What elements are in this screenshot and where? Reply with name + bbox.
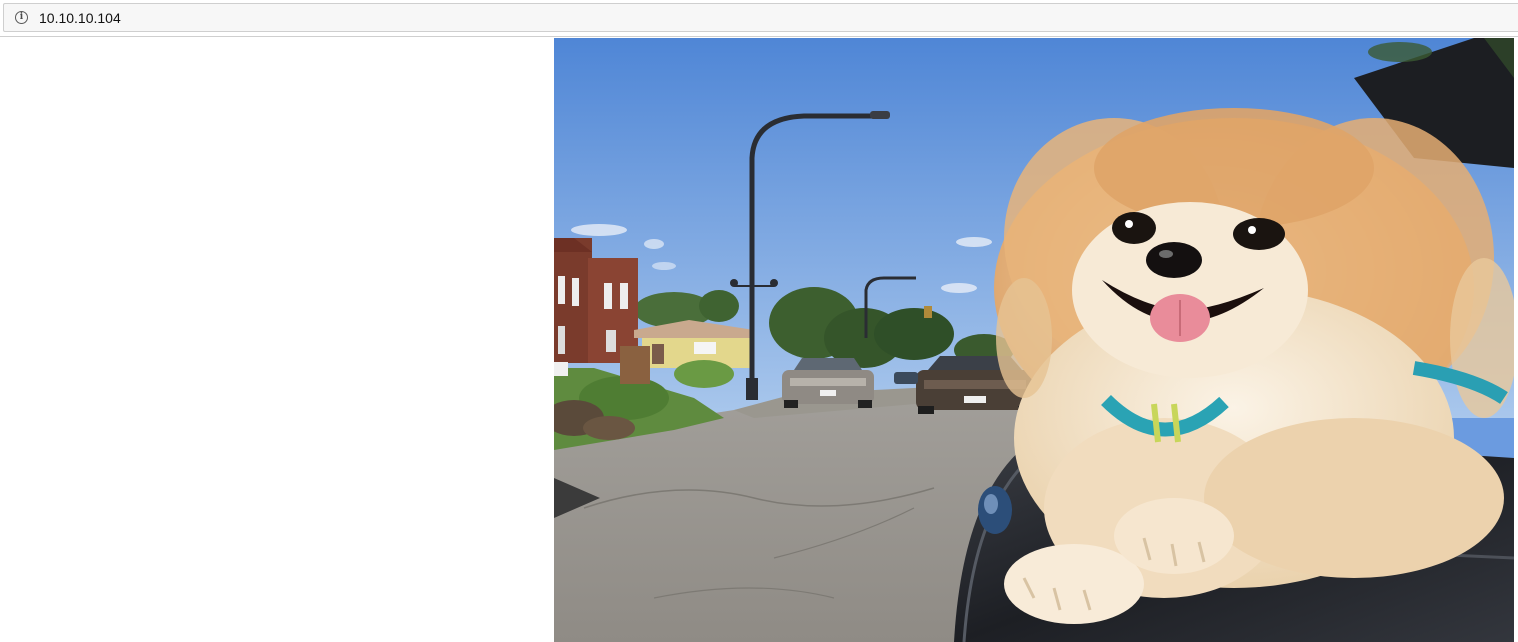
info-circle-icon[interactable]: i <box>15 11 28 24</box>
browser-toolbar: i 10.10.10.104 <box>0 0 1518 37</box>
url-text[interactable]: 10.10.10.104 <box>39 10 121 26</box>
address-bar[interactable]: i 10.10.10.104 <box>3 3 1518 32</box>
dog-photo <box>554 38 1514 642</box>
browser-window: i 10.10.10.104 <box>0 0 1518 642</box>
page-content <box>0 38 1518 642</box>
